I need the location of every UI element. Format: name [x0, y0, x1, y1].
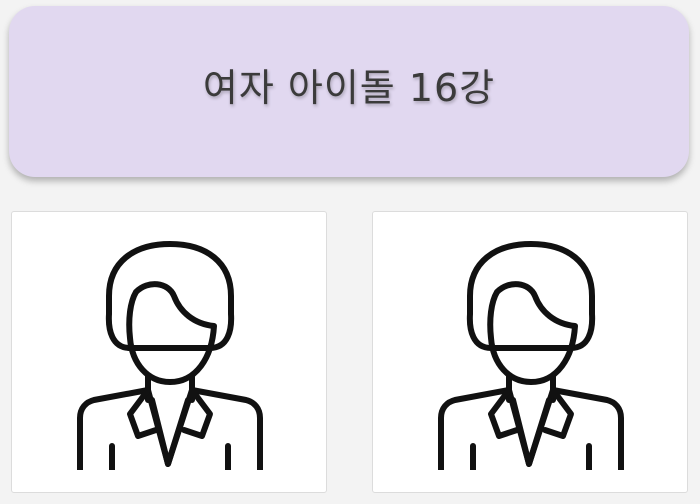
woman-avatar-icon — [77, 241, 263, 470]
page-title: 여자 아이돌 16강 — [202, 66, 496, 110]
candidate-card-left[interactable] — [11, 211, 327, 493]
candidate-card-right[interactable] — [372, 211, 688, 493]
woman-avatar-icon — [438, 241, 624, 470]
title-banner: 여자 아이돌 16강 — [9, 6, 689, 177]
